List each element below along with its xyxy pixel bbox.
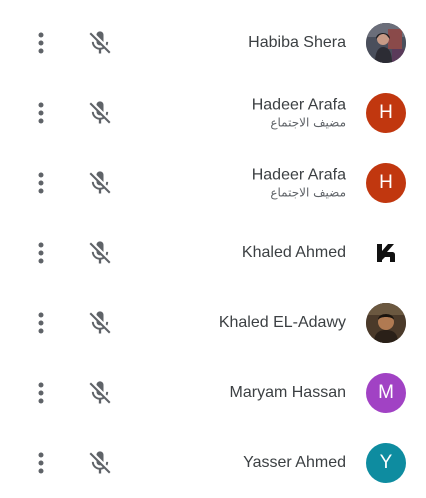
avatar xyxy=(366,303,406,343)
avatar-initial: H xyxy=(379,172,393,193)
more-options-button[interactable] xyxy=(28,448,54,478)
avatar xyxy=(366,23,406,63)
participant-name: Hadeer Arafa xyxy=(251,96,346,114)
participant-row: Habiba Shera xyxy=(0,8,426,78)
more-options-button[interactable] xyxy=(28,168,54,198)
mute-button[interactable] xyxy=(86,309,114,337)
mic-off-icon xyxy=(89,31,111,54)
avatar-photo xyxy=(366,23,406,63)
more-options-button[interactable] xyxy=(28,98,54,128)
mic-off-icon xyxy=(89,311,111,334)
avatar: M xyxy=(366,373,406,413)
participant-text: Maryam Hassan xyxy=(230,383,346,403)
more-vert-icon xyxy=(38,32,44,54)
participant-name: Yasser Ahmed xyxy=(243,454,346,471)
avatar-initial: Y xyxy=(379,452,393,473)
participant-text: Khaled Ahmed xyxy=(242,243,346,263)
participant-text: Hadeer Arafa مضيف الاجتماع xyxy=(252,96,346,131)
participant-name: Khaled EL-Adawy xyxy=(218,314,346,331)
participant-text: Khaled EL-Adawy xyxy=(219,313,346,333)
mute-button[interactable] xyxy=(86,239,114,267)
participant-row: Khaled EL-Adawy xyxy=(0,288,426,358)
k-logo-icon xyxy=(377,244,395,262)
participant-name: Hadeer Arafa xyxy=(251,166,346,184)
more-options-button[interactable] xyxy=(28,28,54,58)
avatar-initial: M xyxy=(378,382,394,403)
mute-button[interactable] xyxy=(86,29,114,57)
participant-text: Hadeer Arafa مضيف الاجتماع xyxy=(252,166,346,201)
more-vert-icon xyxy=(38,312,44,334)
participant-row: Yasser Ahmed Y xyxy=(0,428,426,498)
more-options-button[interactable] xyxy=(28,308,54,338)
participant-role: مضيف الاجتماع xyxy=(270,185,346,200)
mute-button[interactable] xyxy=(86,99,114,127)
mic-off-icon xyxy=(89,101,111,124)
more-vert-icon xyxy=(38,382,44,404)
avatar-initial: H xyxy=(379,102,393,123)
participant-name: Habiba Shera xyxy=(248,34,346,51)
participant-name: Maryam Hassan xyxy=(229,384,346,401)
more-vert-icon xyxy=(38,242,44,264)
participant-role: مضيف الاجتماع xyxy=(270,115,346,130)
avatar: H xyxy=(366,163,406,203)
avatar xyxy=(366,233,406,273)
avatar-photo xyxy=(366,303,406,343)
participant-name: Khaled Ahmed xyxy=(241,244,346,261)
mute-button[interactable] xyxy=(86,169,114,197)
avatar: H xyxy=(366,93,406,133)
mute-button[interactable] xyxy=(86,379,114,407)
participant-row: Hadeer Arafa مضيف الاجتماع H xyxy=(0,78,426,148)
mic-off-icon xyxy=(89,381,111,404)
participant-row: Maryam Hassan M xyxy=(0,358,426,428)
participant-list: Habiba Shera Hadeer Arafa مضيف الاجتماع … xyxy=(0,0,426,490)
more-options-button[interactable] xyxy=(28,378,54,408)
more-vert-icon xyxy=(38,452,44,474)
mic-off-icon xyxy=(89,241,111,264)
more-vert-icon xyxy=(38,172,44,194)
more-options-button[interactable] xyxy=(28,238,54,268)
participant-text: Yasser Ahmed xyxy=(243,453,346,473)
participant-row: Khaled Ahmed xyxy=(0,218,426,288)
mic-off-icon xyxy=(89,171,111,194)
mute-button[interactable] xyxy=(86,449,114,477)
more-vert-icon xyxy=(38,102,44,124)
participant-row: Hadeer Arafa مضيف الاجتماع H xyxy=(0,148,426,218)
participant-text: Habiba Shera xyxy=(248,33,346,53)
mic-off-icon xyxy=(89,451,111,474)
avatar: Y xyxy=(366,443,406,483)
